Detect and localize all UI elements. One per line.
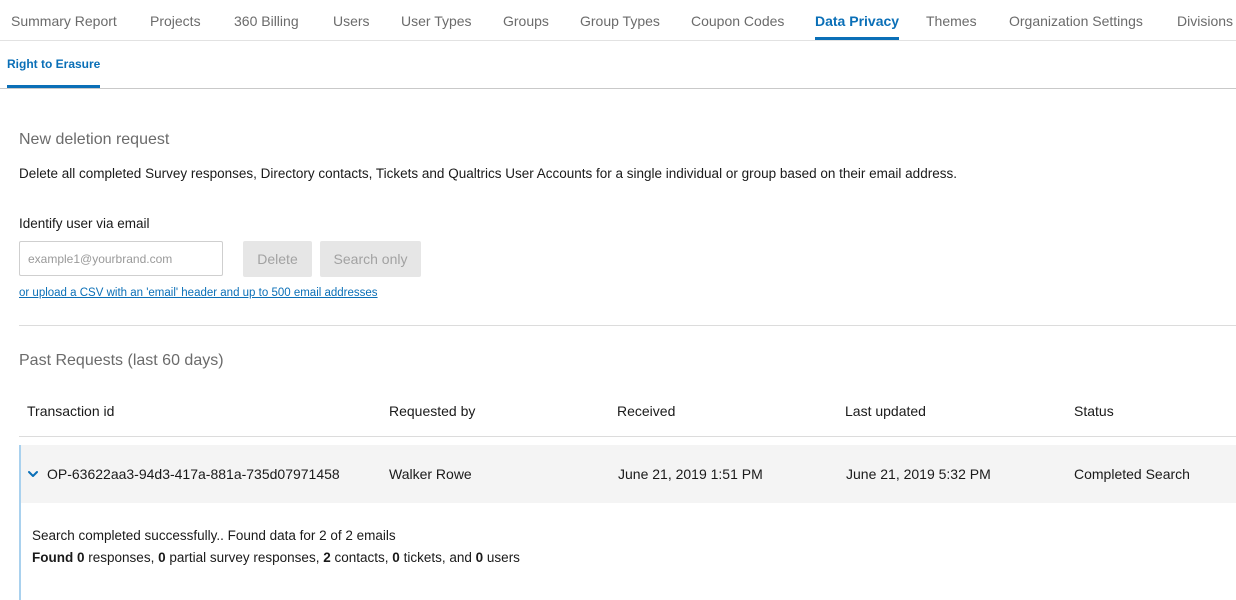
delete-button[interactable]: Delete xyxy=(243,241,312,277)
users-label: users xyxy=(486,550,520,565)
partial-label: partial survey responses, xyxy=(169,550,320,565)
cell-status: Completed Search xyxy=(1074,466,1190,482)
contacts-count: 2 xyxy=(323,550,331,565)
column-header-requested-by: Requested by xyxy=(389,403,476,419)
search-only-button[interactable]: Search only xyxy=(320,241,421,277)
new-request-title: New deletion request xyxy=(19,131,170,148)
cell-received: June 21, 2019 1:51 PM xyxy=(618,466,763,482)
column-header-received: Received xyxy=(617,403,676,419)
cell-last-updated: June 21, 2019 5:32 PM xyxy=(846,466,991,482)
column-header-transaction-id: Transaction id xyxy=(27,403,115,419)
top-nav: Summary Report Projects 360 Billing User… xyxy=(0,0,1236,41)
sub-nav: Right to Erasure xyxy=(0,41,1236,89)
contacts-label: contacts, xyxy=(334,550,389,565)
tab-user-types[interactable]: User Types xyxy=(401,0,472,40)
responses-count: 0 xyxy=(77,550,85,565)
tab-users[interactable]: Users xyxy=(333,0,370,40)
tickets-count: 0 xyxy=(392,550,400,565)
section-divider xyxy=(19,325,1236,326)
email-field-label: Identify user via email xyxy=(19,216,150,231)
row-detail-message: Search completed successfully.. Found da… xyxy=(32,528,396,543)
email-input[interactable] xyxy=(19,241,223,276)
chevron-down-icon[interactable] xyxy=(27,466,39,482)
partial-count: 0 xyxy=(158,550,166,565)
tab-data-privacy[interactable]: Data Privacy xyxy=(815,0,900,40)
found-label: Found xyxy=(32,550,74,565)
tab-summary-report[interactable]: Summary Report xyxy=(11,0,117,40)
cell-requested-by: Walker Rowe xyxy=(389,466,472,482)
responses-label: responses, xyxy=(88,550,155,565)
cell-transaction-id: OP-63622aa3-94d3-417a-881a-735d07971458 xyxy=(47,466,340,482)
tickets-label: tickets, and xyxy=(403,550,472,565)
column-header-status: Status xyxy=(1074,403,1114,419)
tab-coupon-codes[interactable]: Coupon Codes xyxy=(691,0,784,40)
past-requests-title: Past Requests (last 60 days) xyxy=(19,352,224,369)
new-request-description: Delete all completed Survey responses, D… xyxy=(19,166,957,181)
tab-groups[interactable]: Groups xyxy=(503,0,549,40)
tab-divisions[interactable]: Divisions xyxy=(1177,0,1233,40)
tab-360-billing[interactable]: 360 Billing xyxy=(234,0,299,40)
row-detail-counts: Found 0 responses, 0 partial survey resp… xyxy=(32,550,520,565)
tab-right-to-erasure[interactable]: Right to Erasure xyxy=(7,41,101,88)
table-header-divider xyxy=(19,436,1236,437)
tab-themes[interactable]: Themes xyxy=(926,0,977,40)
upload-csv-link[interactable]: or upload a CSV with an 'email' header a… xyxy=(19,287,378,299)
tab-group-types[interactable]: Group Types xyxy=(580,0,660,40)
column-header-last-updated: Last updated xyxy=(845,403,926,419)
tab-projects[interactable]: Projects xyxy=(150,0,201,40)
users-count: 0 xyxy=(475,550,484,565)
tab-organization-settings[interactable]: Organization Settings xyxy=(1009,0,1143,40)
